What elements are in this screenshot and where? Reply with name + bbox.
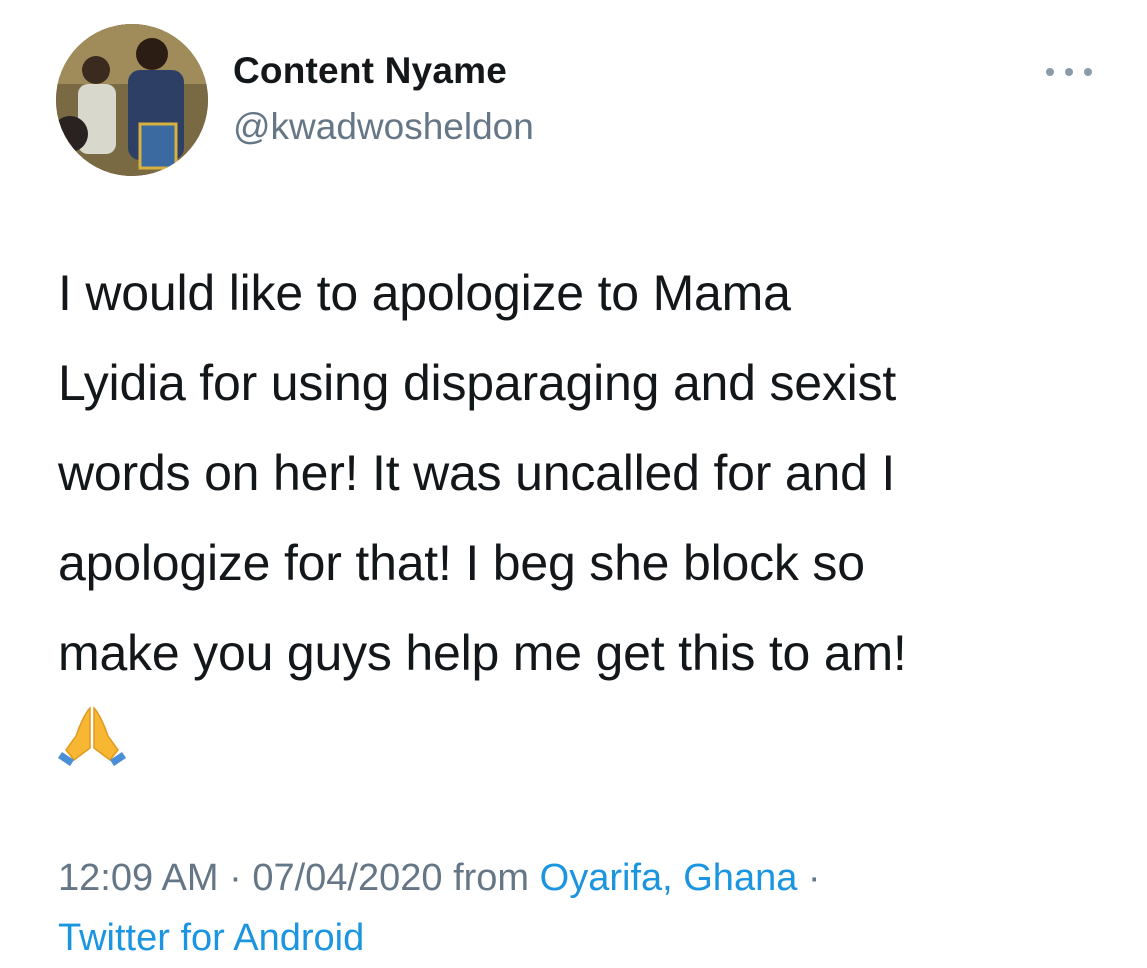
avatar-photo [56, 24, 208, 176]
tweet-time[interactable]: 12:09 AM [58, 857, 219, 899]
from-label: from [442, 857, 540, 899]
tweet-meta: 12:09 AM · 07/04/2020 from Oyarifa, Ghan… [58, 848, 1118, 968]
avatar[interactable] [56, 24, 208, 176]
author-handle[interactable]: @kwadwosheldon [233, 106, 534, 148]
meta-separator-2: · [797, 857, 821, 899]
source-link[interactable]: Twitter for Android [58, 917, 364, 959]
more-options-button[interactable] [1046, 58, 1092, 86]
more-horizontal-icon-dot [1084, 68, 1092, 76]
more-horizontal-icon [1046, 68, 1054, 76]
more-horizontal-icon-dot [1065, 68, 1073, 76]
location-link[interactable]: Oyarifa, Ghana [540, 857, 798, 899]
author-display-name[interactable]: Content Nyame [233, 50, 507, 92]
folded-hands-icon [58, 706, 126, 766]
tweet-date[interactable]: 07/04/2020 [252, 857, 442, 899]
meta-separator: · [218, 857, 253, 899]
tweet-text: I would like to apologize to Mama Lyidia… [58, 265, 907, 681]
